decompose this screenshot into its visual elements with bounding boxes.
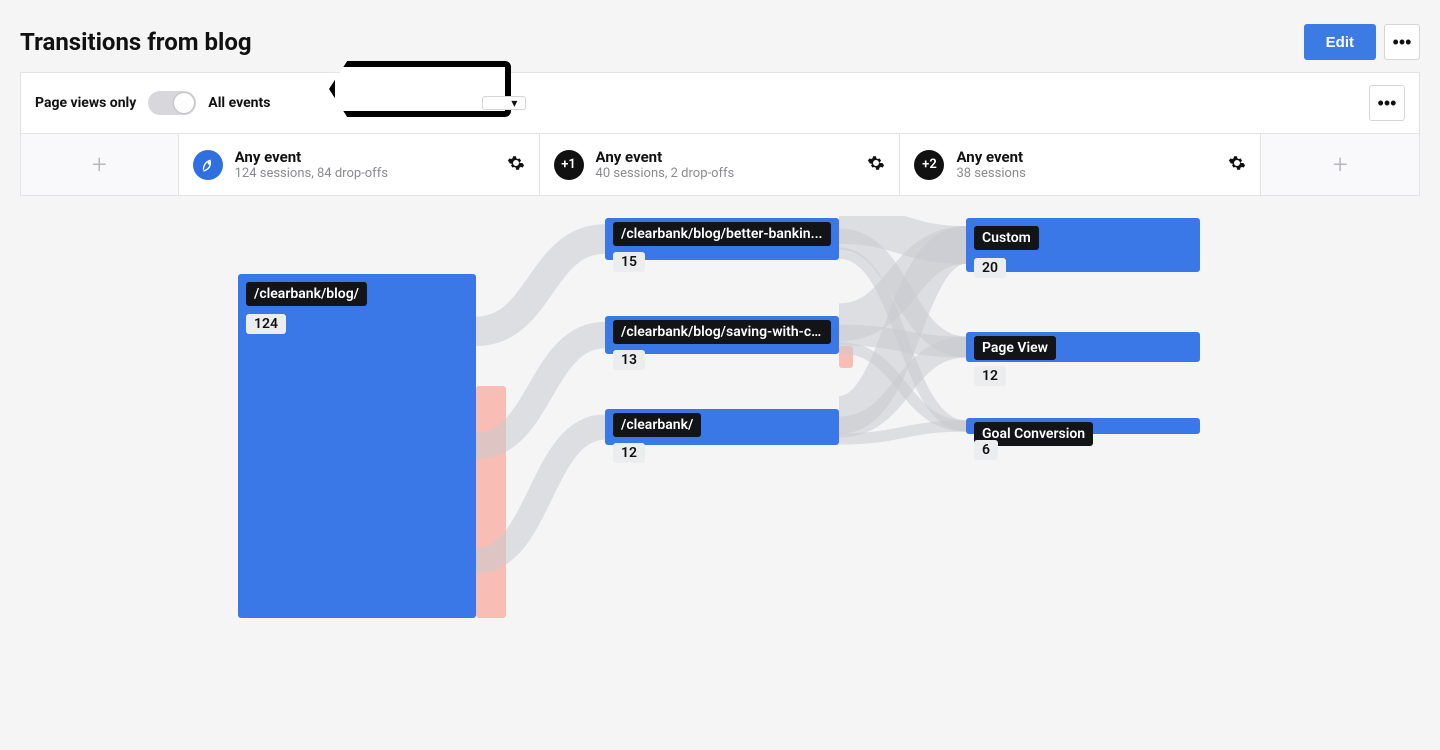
more-menu-button[interactable]: ••• [1384,24,1420,60]
sankey-node[interactable]: Custom20 [966,218,1200,272]
step-settings-button[interactable] [1228,154,1246,176]
edit-button[interactable]: Edit [1304,24,1376,60]
all-events-label: All events [208,95,270,111]
step-text: Any event 124 sessions, 84 drop-offs [235,148,388,181]
sankey-node-count: 6 [974,440,998,460]
steps-row: + Any event 124 sessions, 84 drop-offs +… [20,134,1420,196]
sankey-node-label: /clearbank/blog/saving-with-c... [613,320,831,344]
toggle-knob [174,93,194,113]
events-toggle[interactable] [148,91,196,115]
step-text: Any event 40 sessions, 2 drop-offs [596,148,735,181]
sankey-node-count: 12 [974,366,1006,386]
filter-select[interactable]: ▾ [482,96,526,110]
sankey-node-label: Page View [974,336,1056,360]
page-title: Transitions from blog [20,28,252,56]
step-title: Any event [235,148,388,166]
step-badge-text: +1 [561,157,576,172]
page-views-only-label: Page views only [35,95,136,111]
gear-icon [507,154,525,172]
step-subtitle: 124 sessions, 84 drop-offs [235,166,388,181]
sankey-node[interactable]: Page View12 [966,332,1200,362]
gear-icon [1228,154,1246,172]
plus-icon: + [1333,150,1348,180]
step-cell-2[interactable]: +2 Any event 38 sessions [900,134,1261,195]
sankey-node[interactable]: /clearbank/blog/124 [238,274,476,618]
step-cell-0[interactable]: Any event 124 sessions, 84 drop-offs [179,134,540,195]
step-title: Any event [956,148,1025,166]
sankey-node-label: Custom [974,226,1039,250]
sankey-node[interactable]: /clearbank/12 [605,409,839,445]
step-cell-1[interactable]: +1 Any event 40 sessions, 2 drop-offs [540,134,901,195]
sankey-node-count: 13 [613,350,645,370]
step-settings-button[interactable] [507,154,525,176]
add-step-before-button[interactable]: + [21,134,179,195]
step-title: Any event [596,148,735,166]
sankey-node[interactable]: /clearbank/blog/saving-with-c...13 [605,316,839,354]
gear-icon [867,154,885,172]
chevron-down-icon: ▾ [511,96,517,110]
sankey-node-label: /clearbank/blog/ [246,282,367,306]
rocket-icon [193,150,223,180]
sankey-node-count: 12 [613,443,645,463]
sankey-node-count: 124 [246,314,286,334]
ellipsis-icon: ••• [1378,93,1397,114]
header: Transitions from blog Edit ••• [0,0,1440,72]
sankey-links [20,216,1420,676]
add-step-after-button[interactable]: + [1261,134,1419,195]
toolbar: Page views only All events ▾ ••• [20,72,1420,134]
step-badge-text: +2 [922,157,937,172]
step-settings-button[interactable] [867,154,885,176]
sankey-node[interactable]: /clearbank/blog/better-bankin...15 [605,218,839,260]
step-subtitle: 38 sessions [956,166,1025,181]
toolbar-more-button[interactable]: ••• [1369,85,1405,121]
sankey-chart: /clearbank/blog/124/clearbank/blog/bette… [20,216,1420,676]
sankey-node-label: /clearbank/blog/better-bankin... [613,222,831,246]
sankey-node-count: 15 [613,252,645,272]
step-badge: +1 [554,150,584,180]
sankey-node-count: 20 [974,258,1006,278]
sankey-node-label: /clearbank/ [613,413,701,437]
step-badge: +2 [914,150,944,180]
step-subtitle: 40 sessions, 2 drop-offs [596,166,735,181]
ellipsis-icon: ••• [1393,32,1412,53]
step-text: Any event 38 sessions [956,148,1025,181]
header-actions: Edit ••• [1304,24,1420,60]
sankey-node[interactable]: Goal Conversion6 [966,418,1200,434]
plus-icon: + [92,150,107,180]
